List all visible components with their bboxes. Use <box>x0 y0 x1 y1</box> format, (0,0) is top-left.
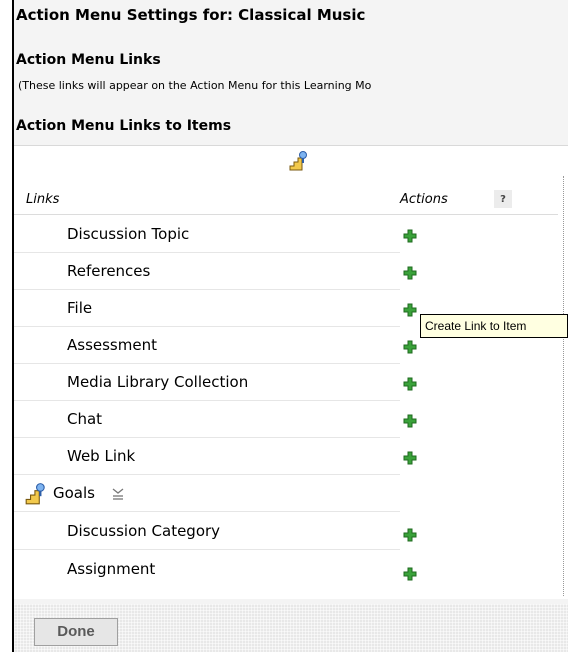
stairs-drag-icon[interactable] <box>24 482 48 506</box>
table-row: Discussion Topic <box>14 216 400 253</box>
table-row: Media Library Collection <box>14 364 400 401</box>
row-label: File <box>67 299 93 317</box>
add-icon[interactable] <box>402 265 418 281</box>
add-icon[interactable] <box>402 527 418 543</box>
page-title: Action Menu Settings for: Classical Musi… <box>16 6 366 24</box>
row-label: Media Library Collection <box>67 373 249 391</box>
section-note: (These links will appear on the Action M… <box>18 79 372 92</box>
row-label: Web Link <box>67 447 136 465</box>
add-icon[interactable] <box>402 302 418 318</box>
collapse-icon[interactable] <box>111 486 125 500</box>
help-icon[interactable]: ? <box>494 190 512 208</box>
stairs-drag-icon[interactable] <box>288 150 310 172</box>
column-header-links: Links <box>26 192 60 207</box>
row-label: Discussion Topic <box>67 225 190 243</box>
add-icon[interactable] <box>402 228 418 244</box>
tooltip: Create Link to Item <box>420 314 568 338</box>
add-icon[interactable] <box>402 376 418 392</box>
group-label[interactable]: Goals <box>53 484 95 502</box>
add-icon[interactable] <box>402 413 418 429</box>
add-icon[interactable] <box>402 566 418 582</box>
row-label: Chat <box>67 410 103 428</box>
section-title-links-to-items: Action Menu Links to Items <box>16 118 232 134</box>
row-label: Assessment <box>67 336 157 354</box>
section-title-action-menu-links: Action Menu Links <box>16 52 161 68</box>
column-header-actions: Actions <box>400 192 448 207</box>
add-icon[interactable] <box>402 450 418 466</box>
table-header: Links Actions ? <box>14 180 558 215</box>
table-row: Discussion Category <box>14 513 400 550</box>
table-row: References <box>14 253 400 290</box>
panel-divider <box>563 176 564 596</box>
add-icon[interactable] <box>402 339 418 355</box>
table-row: Assignment <box>14 551 400 588</box>
group-row-goals: Goals <box>14 475 400 512</box>
row-label: Discussion Category <box>67 522 221 540</box>
row-label: Assignment <box>67 560 156 578</box>
row-label: References <box>67 262 151 280</box>
footer-bar: Done <box>14 604 568 652</box>
table-row: Chat <box>14 401 400 438</box>
table-row: Assessment <box>14 327 400 364</box>
done-button[interactable]: Done <box>34 618 118 646</box>
table-row: Web Link <box>14 438 400 475</box>
table-row: File <box>14 290 400 327</box>
